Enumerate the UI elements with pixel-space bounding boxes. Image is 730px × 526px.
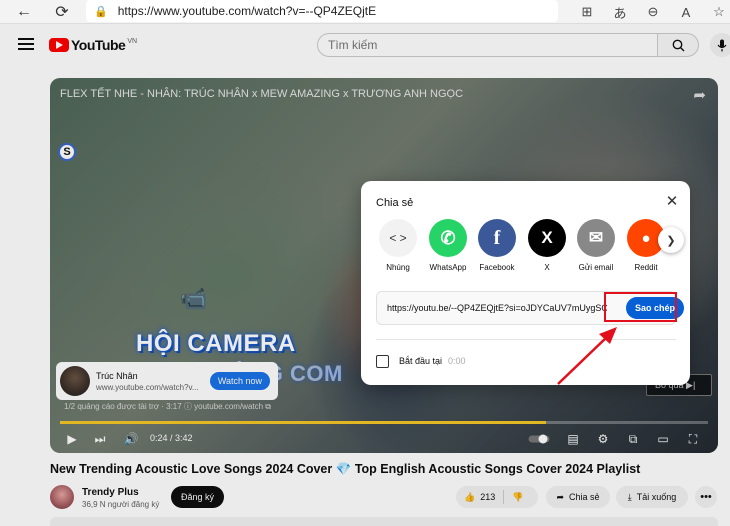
annotation-arrow	[557, 327, 617, 385]
